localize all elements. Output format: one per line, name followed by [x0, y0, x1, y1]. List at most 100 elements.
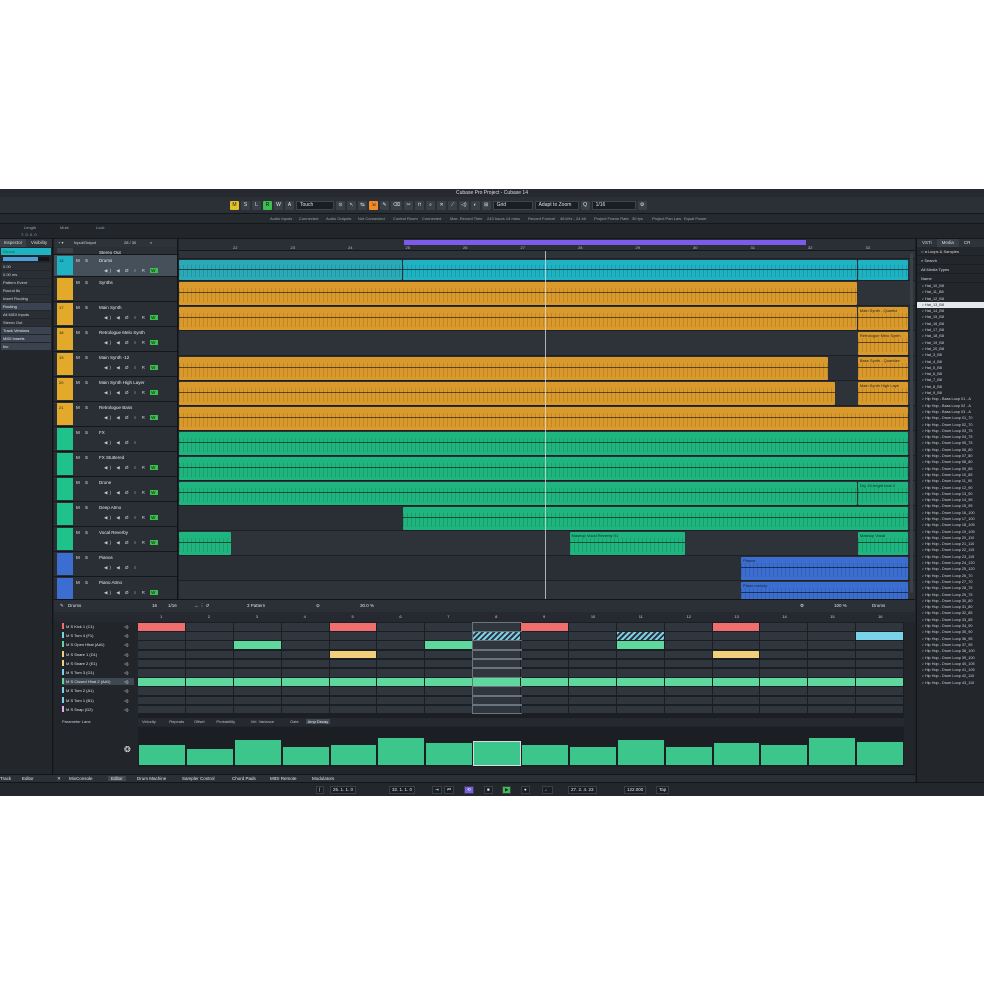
pad-row-label[interactable]: M S Open Hhat (A#1) ◁)	[62, 641, 134, 648]
track-control-toggle[interactable]: ◀	[116, 540, 125, 545]
step-cell[interactable]	[377, 696, 426, 705]
pad-mute-solo[interactable]: M S	[66, 661, 74, 666]
track-controls[interactable]: ◀) ◀ Ø ○ R W	[104, 340, 159, 346]
step-cell[interactable]	[281, 623, 330, 631]
step-cell[interactable]	[856, 678, 904, 686]
parameter-tab[interactable]: Offset	[192, 719, 207, 724]
track-controls[interactable]: ◀) ◀ Ø ○ R W	[104, 365, 159, 371]
track-row[interactable]: 17 M S Main Synth ◀) ◀ Ø ○ R W	[54, 302, 177, 327]
inspector-tab[interactable]: Inspector	[0, 239, 26, 247]
track-control-write[interactable]: W	[150, 590, 159, 595]
track-control-toggle[interactable]: Ø	[125, 565, 134, 570]
step-cell[interactable]	[712, 696, 761, 705]
track-row[interactable]: 20 M S Main Synth High Layer ◀) ◀ Ø ○ R W	[54, 377, 177, 402]
pad-row-label[interactable]: M S Kick 1 (C1) ◁)	[62, 623, 134, 630]
track-row[interactable]: Stereo Out	[54, 247, 177, 255]
play-button[interactable]: ▶	[502, 786, 512, 794]
parameter-tab[interactable]: Repeats	[167, 719, 186, 724]
parameter-tab[interactable]: Gate	[288, 719, 301, 724]
step-cell[interactable]	[281, 687, 330, 696]
midi-input-select[interactable]: All MIDI Inputs	[1, 311, 51, 318]
step-cell[interactable]	[808, 678, 857, 686]
mute-solo-buttons[interactable]: M S	[76, 555, 90, 560]
track-row[interactable]: M S Piano Atmo ◀) ◀ Ø ○ R W	[54, 577, 177, 599]
track-controls[interactable]: ◀) ◀ Ø ○ R W	[104, 465, 159, 471]
track-control-write[interactable]: W	[150, 315, 159, 320]
tab-drum-machine[interactable]: Drum Machine	[137, 776, 166, 781]
split-tool-icon[interactable]: ✂	[404, 201, 414, 210]
swing-icon[interactable]: ⊘	[316, 603, 320, 609]
tab-editor-active[interactable]: Editor	[108, 776, 126, 781]
track-control-read[interactable]: R	[142, 340, 151, 345]
step-cell[interactable]	[760, 687, 809, 696]
step-cell[interactable]	[568, 650, 617, 659]
pad-mute-solo[interactable]: M S	[66, 679, 74, 684]
mute-solo-buttons[interactable]: M S	[76, 380, 90, 385]
step-cell[interactable]	[425, 678, 474, 686]
step-cell[interactable]	[712, 632, 761, 640]
step-cell[interactable]	[472, 622, 522, 632]
step-cell[interactable]	[472, 631, 522, 641]
pattern-length-field[interactable]: 16	[152, 603, 157, 608]
audio-event[interactable]: Mashup Vocal Reverby 01	[569, 532, 686, 555]
step-cell[interactable]	[521, 659, 569, 668]
volume-fader[interactable]	[3, 257, 49, 261]
track-control-toggle[interactable]: ◀)	[104, 315, 116, 320]
step-cell[interactable]	[472, 649, 522, 660]
track-name[interactable]: Vocal Reverby	[99, 530, 128, 535]
step-cell[interactable]	[712, 669, 761, 677]
step-cell[interactable]	[616, 669, 665, 677]
track-name[interactable]: Main Synth -12	[99, 355, 129, 360]
velocity-bar[interactable]	[809, 738, 856, 765]
step-cell[interactable]	[425, 696, 474, 705]
snap-toggle-icon[interactable]: ⊞	[481, 201, 491, 210]
tab-media[interactable]: Media	[936, 239, 959, 247]
step-cell[interactable]	[568, 696, 617, 705]
step-cell[interactable]	[185, 650, 234, 659]
tab-track[interactable]: Track	[0, 776, 11, 781]
track-control-toggle[interactable]: ◀)	[104, 365, 116, 370]
track-control-toggle[interactable]: ◀	[116, 590, 125, 595]
audio-event[interactable]	[403, 507, 908, 530]
pencil-tool-icon[interactable]: ✎	[380, 201, 389, 210]
velocity-bar[interactable]	[330, 745, 377, 765]
line-tool-icon[interactable]: ⟋	[448, 201, 458, 210]
track-control-toggle[interactable]: ◀	[116, 490, 125, 495]
step-cell[interactable]	[616, 705, 665, 714]
step-cell[interactable]	[329, 678, 378, 686]
step-cell[interactable]	[568, 632, 617, 640]
section-routing[interactable]: Routing	[1, 303, 51, 310]
step-cell[interactable]	[856, 650, 904, 659]
quantize-select[interactable]: 1/16	[591, 201, 636, 210]
step-cell[interactable]	[425, 669, 474, 677]
track-control-write[interactable]: W	[150, 465, 159, 470]
step-cell[interactable]	[521, 696, 569, 705]
step-cell[interactable]	[616, 687, 665, 696]
track-row[interactable]: M S Vocal Reverby ◀) ◀ Ø ○ R W	[54, 527, 177, 552]
step-cell[interactable]	[281, 659, 330, 668]
track-control-toggle[interactable]: ○	[134, 515, 142, 520]
track-control-toggle[interactable]: ◀)	[104, 540, 116, 545]
step-cell[interactable]	[281, 669, 330, 677]
step-cell[interactable]	[760, 696, 809, 705]
quantize-settings-icon[interactable]: ⚙	[637, 201, 647, 210]
step-cell[interactable]	[185, 623, 234, 631]
tab-editor[interactable]: Editor	[22, 776, 34, 781]
color-tool-icon[interactable]: ◐	[470, 201, 480, 210]
pad-row-label[interactable]: M S Snare 1 (D1) ◁)	[62, 650, 134, 658]
track-control-toggle[interactable]: Ø	[125, 340, 134, 345]
step-cell[interactable]	[664, 659, 713, 668]
track-control-toggle[interactable]: ◀)	[104, 415, 116, 420]
step-cell[interactable]	[281, 705, 330, 714]
step-cell[interactable]	[616, 678, 665, 686]
step-cell[interactable]	[760, 669, 809, 677]
audio-event[interactable]: Main Synth High Laye	[857, 382, 908, 405]
auto-scroll-icon[interactable]: ↹	[358, 201, 367, 210]
track-controls[interactable]: ◀) ◀ Ø ○ R W	[104, 540, 159, 546]
track-row[interactable]: M S Pianos ◀) ◀ Ø ○	[54, 552, 177, 577]
step-cell[interactable]	[425, 687, 474, 696]
step-cell[interactable]	[138, 696, 186, 705]
step-cell[interactable]	[760, 678, 809, 686]
pad-row-label[interactable]: M S Closed Hhat 2 (A#1) ◁)	[62, 678, 134, 686]
step-cell[interactable]	[664, 705, 713, 714]
